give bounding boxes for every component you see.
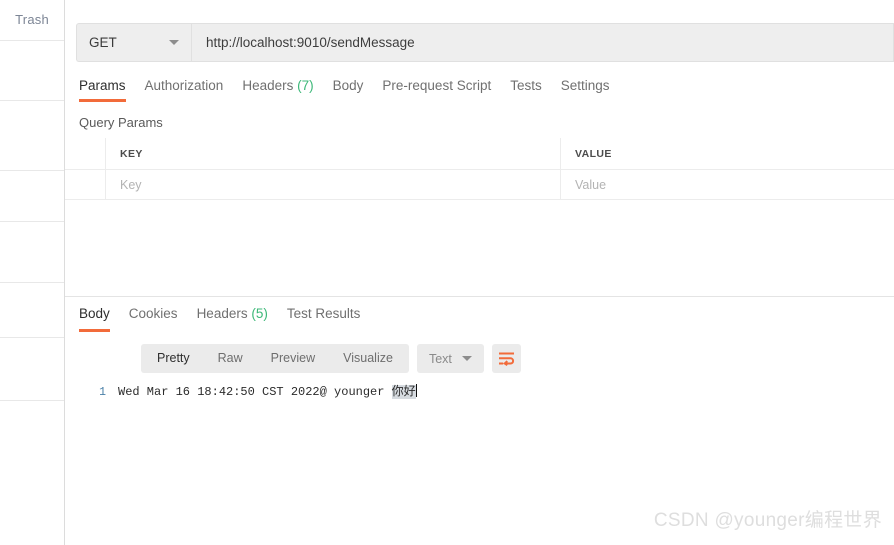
code-selected-text: 你好: [391, 385, 416, 399]
http-method-label: GET: [89, 35, 117, 50]
tab-authorization[interactable]: Authorization: [145, 78, 243, 102]
request-response-splitter[interactable]: [65, 296, 894, 297]
format-pretty-button[interactable]: Pretty: [143, 344, 204, 373]
table-header-value: VALUE: [561, 138, 894, 169]
left-pane-separator: [0, 221, 64, 222]
tab-label: Tests: [510, 78, 542, 93]
chevron-down-icon: [169, 40, 179, 45]
tab-tests[interactable]: Tests: [510, 78, 561, 102]
format-preview-button[interactable]: Preview: [257, 344, 329, 373]
request-tab-bar: Params Authorization Headers (7) Body Pr…: [77, 78, 629, 104]
background-left-pane: Trash: [0, 0, 64, 545]
column-header-label: KEY: [120, 147, 143, 160]
http-method-dropdown[interactable]: GET: [76, 23, 191, 62]
table-select-all-cell[interactable]: [65, 138, 106, 169]
tab-label: Settings: [560, 78, 610, 93]
query-params-title: Query Params: [79, 115, 163, 130]
tab-label: Cookies: [128, 306, 178, 321]
tab-count-badge: (7): [297, 78, 314, 93]
app-root: Trash GET http://localhost:9010/sendMess…: [0, 0, 894, 545]
format-raw-button[interactable]: Raw: [204, 344, 257, 373]
tab-label: Body: [79, 306, 110, 321]
url-input[interactable]: http://localhost:9010/sendMessage: [191, 23, 894, 62]
line-number: 1: [99, 386, 106, 399]
tab-label: Params: [79, 78, 126, 93]
tab-label: Test Results: [286, 306, 361, 321]
value-input[interactable]: Value: [561, 170, 894, 199]
request-url-row: GET http://localhost:9010/sendMessage: [76, 23, 894, 62]
response-type-dropdown[interactable]: Text: [416, 344, 484, 373]
response-body-code[interactable]: 1 Wed Mar 16 18:42:50 CST 2022@ younger …: [65, 382, 894, 402]
left-pane-separator: [0, 40, 64, 41]
tab-headers[interactable]: Headers (7): [242, 78, 332, 102]
tab-label: Headers: [196, 306, 248, 321]
tab-test-results[interactable]: Test Results: [287, 306, 380, 332]
tab-params[interactable]: Params: [77, 78, 145, 102]
left-pane-separator: [0, 100, 64, 101]
response-tab-bar: Body Cookies Headers (5) Test Results: [77, 306, 379, 332]
table-row: Key Value: [65, 170, 894, 200]
tab-settings[interactable]: Settings: [561, 78, 629, 102]
tab-label: Authorization: [144, 78, 224, 93]
tab-count-badge: (5): [251, 306, 268, 321]
chevron-down-icon: [461, 356, 472, 361]
key-input[interactable]: Key: [106, 170, 561, 199]
tab-label: Body: [332, 78, 364, 93]
code-line: 1 Wed Mar 16 18:42:50 CST 2022@ younger …: [65, 382, 894, 402]
key-placeholder: Key: [120, 177, 142, 192]
value-placeholder: Value: [575, 177, 607, 192]
postman-main-panel: GET http://localhost:9010/sendMessage Pa…: [65, 0, 894, 545]
wrap-text-icon: [498, 352, 514, 366]
row-checkbox-cell[interactable]: [65, 170, 106, 199]
response-format-toolbar: Pretty Raw Preview Visualize Text: [141, 344, 521, 373]
left-pane-separator: [0, 400, 64, 401]
watermark-text: CSDN @younger编程世界: [653, 510, 882, 531]
tab-response-body[interactable]: Body: [77, 306, 129, 332]
format-visualize-button[interactable]: Visualize: [329, 344, 407, 373]
tab-cookies[interactable]: Cookies: [129, 306, 197, 332]
url-text: http://localhost:9010/sendMessage: [206, 35, 415, 50]
tab-label: Headers: [242, 78, 294, 93]
response-type-label: Text: [428, 351, 452, 366]
table-header-key: KEY: [106, 138, 561, 169]
format-mode-group: Pretty Raw Preview Visualize: [141, 344, 409, 373]
code-plain-text: Wed Mar 16 18:42:50 CST 2022@ younger: [118, 385, 392, 399]
left-pane-separator: [0, 170, 64, 171]
column-header-label: VALUE: [575, 147, 612, 160]
wrap-text-button[interactable]: [491, 344, 521, 373]
tab-body[interactable]: Body: [333, 78, 383, 102]
tab-response-headers[interactable]: Headers (5): [197, 306, 287, 332]
tab-pre-request-script[interactable]: Pre-request Script: [382, 78, 510, 102]
left-pane-separator: [0, 337, 64, 338]
left-pane-separator: [0, 282, 64, 283]
table-header-row: KEY VALUE: [65, 138, 894, 170]
text-cursor: [415, 384, 418, 397]
trash-label: Trash: [15, 12, 49, 27]
query-params-table: KEY VALUE Key Value: [65, 138, 894, 200]
tab-label: Pre-request Script: [382, 78, 492, 93]
code-line-text: Wed Mar 16 18:42:50 CST 2022@ younger 你好: [118, 382, 418, 399]
